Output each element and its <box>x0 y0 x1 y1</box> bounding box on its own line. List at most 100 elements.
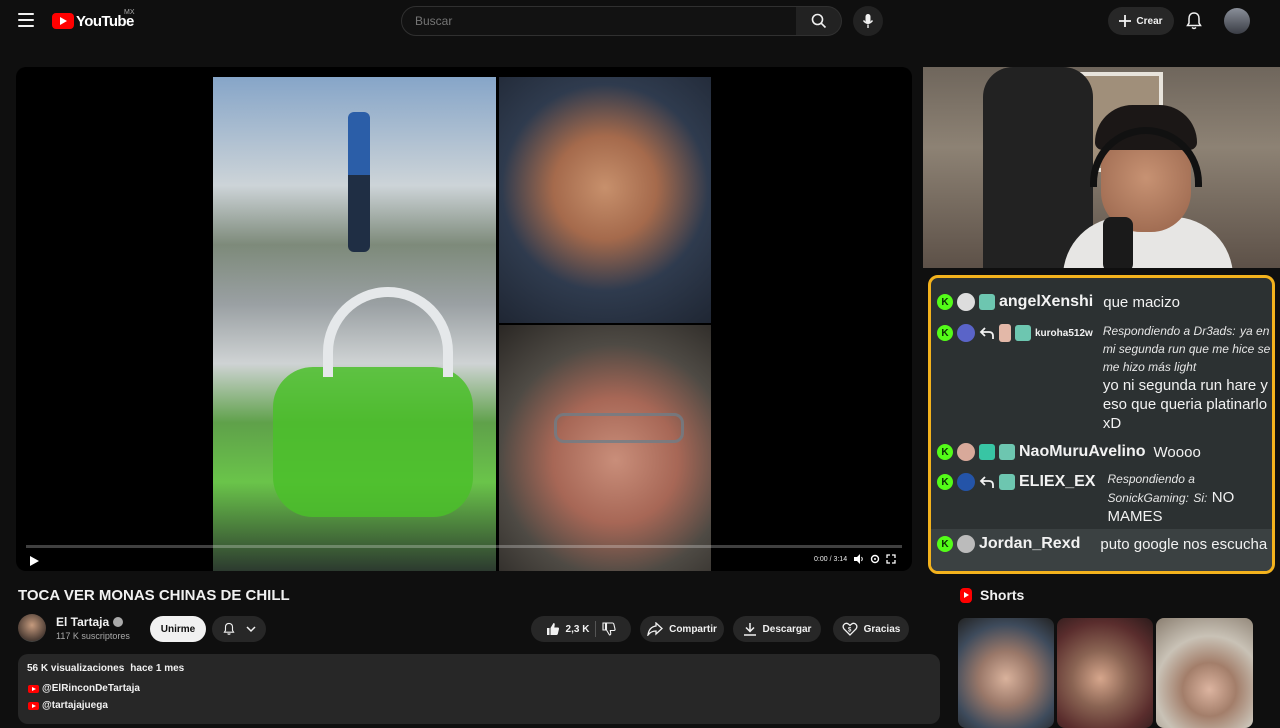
short-thumbnail[interactable] <box>958 618 1054 728</box>
menu-icon[interactable] <box>18 13 34 27</box>
chat-text: Woooo <box>1153 443 1201 461</box>
download-label: Descargar <box>762 623 812 635</box>
thanks-button[interactable]: $ Gracias <box>833 616 909 642</box>
chat-username: NaoMuruAvelino <box>1019 443 1146 460</box>
kick-badge-icon: K <box>937 536 953 552</box>
subscriber-badge-icon <box>1015 325 1031 341</box>
glasses-shape <box>554 413 684 443</box>
youtube-logo[interactable]: YouTube <box>52 11 134 31</box>
chat-username: Jordan_Rexd <box>979 535 1081 552</box>
description-link[interactable]: @ElRinconDeTartaja <box>28 683 140 694</box>
user-avatar-icon <box>957 443 975 461</box>
kick-badge-icon: K <box>937 294 953 310</box>
volume-icon[interactable] <box>854 554 864 564</box>
account-avatar[interactable] <box>1224 8 1250 34</box>
video-title: TOCA VER MONAS CHINAS DE CHILL <box>18 587 290 604</box>
kick-badge-icon: K <box>937 474 953 490</box>
time-display: 0:00 / 3:14 <box>814 556 848 563</box>
notifications-bell-icon[interactable] <box>1184 11 1204 31</box>
channel-avatar[interactable] <box>18 614 46 642</box>
top-bar: YouTube MX Crear <box>0 0 1280 42</box>
subscriber-count: 117 K suscriptores <box>56 631 130 641</box>
reply-to-label: Respondiendo a Dr3ads: <box>1102 324 1236 338</box>
channel-name[interactable]: El Tartaja <box>56 615 109 629</box>
search-icon <box>811 13 826 29</box>
fullscreen-icon[interactable] <box>886 554 896 564</box>
microphone-shape <box>1103 217 1133 268</box>
youtube-small-icon <box>28 701 39 710</box>
svg-text:$: $ <box>848 628 852 634</box>
super-thanks-icon: $ <box>842 622 858 636</box>
settings-icon[interactable] <box>870 554 880 564</box>
search-box <box>401 6 797 36</box>
like-divider <box>595 621 597 637</box>
description-link[interactable]: @tartajajuega <box>28 700 108 711</box>
join-button[interactable]: Unirme <box>150 616 206 642</box>
chat-text: que macizo <box>1103 293 1180 311</box>
like-count[interactable]: 2,3 K <box>566 624 590 635</box>
youtube-play-icon <box>52 13 74 29</box>
create-button[interactable]: Crear <box>1108 7 1174 35</box>
subscriber-badge-icon <box>979 294 995 310</box>
shorts-icon <box>960 587 972 603</box>
channel-link[interactable]: @tartajajuega <box>42 700 108 711</box>
play-icon[interactable] <box>28 555 40 567</box>
motorcycle-body <box>273 367 473 517</box>
player-controls <box>854 554 896 564</box>
reply-quoted-text: Si: <box>1193 491 1208 505</box>
download-icon <box>743 623 756 636</box>
chevron-down-icon <box>246 626 256 633</box>
voice-search-button[interactable] <box>853 6 883 36</box>
create-label: Crear <box>1136 15 1163 27</box>
progress-bar[interactable] <box>26 545 902 548</box>
country-code: MX <box>124 9 135 16</box>
chat-username: kuroha512w <box>1035 327 1093 339</box>
chat-message: K NaoMuruAvelino Woooo <box>937 440 1272 464</box>
chat-overlay: K angelXenshi que macizo K kuroha512w Re… <box>928 275 1275 574</box>
youtube-small-icon <box>28 684 39 693</box>
share-icon <box>647 622 664 636</box>
chat-message: K ELIEX_EX Respondiendo a SonickGaming: … <box>937 470 1272 530</box>
short-thumbnail[interactable] <box>1057 618 1153 728</box>
short-thumbnail[interactable] <box>1156 618 1253 728</box>
view-count: 56 K visualizaciones <box>27 663 125 674</box>
chat-message: K kuroha512w Respondiendo a Dr3ads: ya e… <box>937 322 1272 434</box>
video-player[interactable]: 0:00 / 3:14 <box>16 67 912 571</box>
channel-link[interactable]: @ElRinconDeTartaja <box>42 683 140 694</box>
verified-check-icon <box>113 617 124 627</box>
reply-icon <box>979 327 994 339</box>
chat-message: K angelXenshi que macizo <box>937 290 1272 314</box>
video-frame-motorcycle <box>213 77 496 571</box>
video-frame-selfie <box>499 325 711 571</box>
reply-to-label: Respondiendo a SonickGaming: <box>1107 472 1195 505</box>
bell-icon <box>223 622 235 635</box>
chat-username: angelXenshi <box>999 293 1094 310</box>
user-avatar-icon <box>957 324 975 342</box>
subscriber-badge-icon <box>999 474 1015 490</box>
subscription-bell-button[interactable] <box>212 616 266 642</box>
thumbs-up-icon[interactable] <box>546 622 560 636</box>
shorts-header: Shorts <box>960 587 1024 603</box>
channel-name-row[interactable]: El Tartaja <box>56 615 124 629</box>
user-badge-icon <box>999 324 1011 342</box>
search-input[interactable] <box>402 7 796 35</box>
share-button[interactable]: Compartir <box>640 616 724 642</box>
kick-badge-icon: K <box>937 444 953 460</box>
chat-message: K Jordan_Rexd puto google nos escucha <box>931 529 1272 571</box>
thumbs-down-icon[interactable] <box>602 622 617 636</box>
gifter-badge-icon <box>979 444 995 460</box>
download-button[interactable]: Descargar <box>733 616 821 642</box>
user-avatar-icon <box>957 293 975 311</box>
plus-icon <box>1119 15 1132 27</box>
search-button[interactable] <box>796 6 842 36</box>
description-box[interactable]: 56 K visualizaciones hace 1 mes @ElRinco… <box>18 654 940 724</box>
microphone-icon <box>862 14 874 28</box>
reply-icon <box>979 476 994 488</box>
streamer-webcam <box>923 67 1280 268</box>
chat-text: yo ni segunda run hare y eso que queria … <box>1102 377 1268 432</box>
kick-badge-icon: K <box>937 325 953 341</box>
user-avatar-icon <box>957 535 975 553</box>
chat-text: puto google nos escucha <box>1100 536 1268 553</box>
video-frame-portrait <box>499 77 711 323</box>
share-label: Compartir <box>669 623 717 635</box>
